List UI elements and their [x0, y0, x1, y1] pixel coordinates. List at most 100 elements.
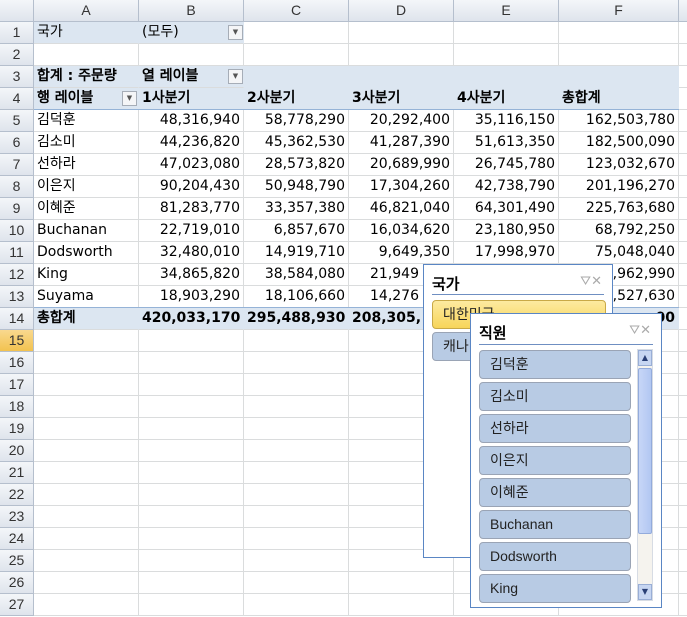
pivot-value-label[interactable]: 합계 : 주문량	[34, 66, 139, 88]
cell[interactable]	[34, 396, 139, 418]
row-label[interactable]: 이혜준	[34, 198, 139, 220]
cell[interactable]	[349, 594, 454, 616]
row-header-17[interactable]: 17	[0, 374, 34, 396]
cell[interactable]	[244, 484, 349, 506]
row-header-25[interactable]: 25	[0, 550, 34, 572]
cell[interactable]	[679, 440, 687, 462]
row-label[interactable]: Buchanan	[34, 220, 139, 242]
pivot-column-header[interactable]: 3사분기	[349, 88, 454, 110]
grand-total-cell[interactable]: 420,033,170	[139, 308, 244, 330]
cell[interactable]	[244, 418, 349, 440]
value-cell[interactable]: 20,292,400	[349, 110, 454, 132]
value-cell[interactable]: 201,196,270	[559, 176, 679, 198]
column-filter-dropdown-icon[interactable]: ▼	[228, 69, 243, 84]
slicer-item-employee[interactable]: 선하라	[479, 414, 631, 443]
value-cell[interactable]: 47,023,080	[139, 154, 244, 176]
cell[interactable]	[34, 484, 139, 506]
value-cell[interactable]: 90,204,430	[139, 176, 244, 198]
row-header-14[interactable]: 14	[0, 308, 34, 330]
row-header-23[interactable]: 23	[0, 506, 34, 528]
pivot-filter-label[interactable]: 국가	[34, 22, 139, 44]
row-label[interactable]: 김소미	[34, 132, 139, 154]
cell[interactable]	[244, 462, 349, 484]
cell[interactable]	[139, 462, 244, 484]
cell[interactable]	[349, 44, 454, 66]
value-cell[interactable]: 23,180,950	[454, 220, 559, 242]
cell[interactable]	[244, 506, 349, 528]
cell[interactable]	[679, 330, 687, 352]
cell[interactable]	[679, 506, 687, 528]
row-header-20[interactable]: 20	[0, 440, 34, 462]
cell[interactable]	[679, 594, 687, 616]
value-cell[interactable]: 51,613,350	[454, 132, 559, 154]
column-header-C[interactable]: C	[244, 0, 349, 22]
cell[interactable]	[139, 440, 244, 462]
cell[interactable]	[244, 572, 349, 594]
cell[interactable]	[679, 220, 687, 242]
cell[interactable]	[679, 352, 687, 374]
row-header-8[interactable]: 8	[0, 176, 34, 198]
cell[interactable]	[139, 528, 244, 550]
column-header-B[interactable]: B	[139, 0, 244, 22]
cell[interactable]	[349, 572, 454, 594]
cell[interactable]	[244, 374, 349, 396]
cell[interactable]	[34, 330, 139, 352]
value-cell[interactable]: 17,998,970	[454, 242, 559, 264]
cell[interactable]	[679, 66, 687, 88]
value-cell[interactable]: 32,480,010	[139, 242, 244, 264]
value-cell[interactable]: 182,500,090	[559, 132, 679, 154]
slicer-item-employee[interactable]: Buchanan	[479, 510, 631, 539]
row-header-3[interactable]: 3	[0, 66, 34, 88]
column-header-D[interactable]: D	[349, 0, 454, 22]
value-cell[interactable]: 26,745,780	[454, 154, 559, 176]
value-cell[interactable]: 6,857,670	[244, 220, 349, 242]
row-label[interactable]: King	[34, 264, 139, 286]
cell[interactable]	[559, 44, 679, 66]
cell[interactable]	[139, 572, 244, 594]
row-label[interactable]: Dodsworth	[34, 242, 139, 264]
cell[interactable]	[34, 462, 139, 484]
cell[interactable]	[34, 550, 139, 572]
row-header-10[interactable]: 10	[0, 220, 34, 242]
slicer-item-employee[interactable]: King	[479, 574, 631, 603]
cell[interactable]	[679, 550, 687, 572]
row-header-4[interactable]: 4	[0, 88, 34, 110]
cell[interactable]	[34, 572, 139, 594]
cell[interactable]	[139, 550, 244, 572]
value-cell[interactable]: 33,357,380	[244, 198, 349, 220]
row-header-24[interactable]: 24	[0, 528, 34, 550]
value-cell[interactable]: 162,503,780	[559, 110, 679, 132]
cell[interactable]	[139, 594, 244, 616]
row-label[interactable]: 선하라	[34, 154, 139, 176]
row-header-26[interactable]: 26	[0, 572, 34, 594]
cell[interactable]	[139, 506, 244, 528]
cell[interactable]	[139, 396, 244, 418]
cell[interactable]	[679, 198, 687, 220]
row-header-15[interactable]: 15	[0, 330, 34, 352]
value-cell[interactable]: 34,865,820	[139, 264, 244, 286]
cell[interactable]	[679, 418, 687, 440]
cell[interactable]	[244, 44, 349, 66]
cell[interactable]	[679, 572, 687, 594]
value-cell[interactable]: 64,301,490	[454, 198, 559, 220]
column-header-F[interactable]: F	[559, 0, 679, 22]
row-header-5[interactable]: 5	[0, 110, 34, 132]
cell[interactable]	[139, 374, 244, 396]
cell[interactable]	[679, 264, 687, 286]
value-cell[interactable]: 17,304,260	[349, 176, 454, 198]
slicer-item-employee[interactable]: Dodsworth	[479, 542, 631, 571]
value-cell[interactable]: 50,948,790	[244, 176, 349, 198]
select-all-corner[interactable]	[0, 0, 34, 22]
cell[interactable]	[679, 374, 687, 396]
value-cell[interactable]: 81,283,770	[139, 198, 244, 220]
cell[interactable]	[244, 550, 349, 572]
cell[interactable]	[454, 44, 559, 66]
cell[interactable]	[679, 308, 687, 330]
cell[interactable]	[34, 440, 139, 462]
cell[interactable]	[244, 22, 349, 44]
row-header-11[interactable]: 11	[0, 242, 34, 264]
filter-dropdown-icon[interactable]: ▼	[228, 25, 243, 40]
cell[interactable]	[679, 110, 687, 132]
value-cell[interactable]: 44,236,820	[139, 132, 244, 154]
scroll-thumb[interactable]	[638, 368, 652, 534]
